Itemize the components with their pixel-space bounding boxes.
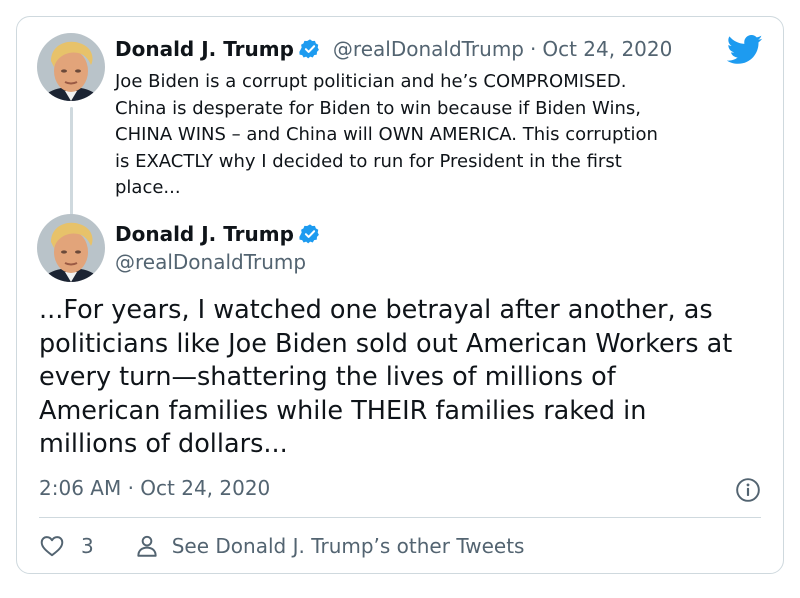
see-other-tweets-link[interactable]: See Donald J. Trump’s other Tweets <box>134 533 525 559</box>
text-line: politicians like Joe Biden sold out Amer… <box>39 328 733 359</box>
tweet-card: Donald J. Trump @realDonaldTrump · Oct 2… <box>16 16 784 574</box>
tweet-date[interactable]: Oct 24, 2020 <box>542 37 672 61</box>
text-line: millions of dollars... <box>39 429 288 459</box>
person-icon <box>137 535 157 557</box>
text-line: ...For years, I watched one betrayal aft… <box>39 295 713 325</box>
handle[interactable]: @realDonaldTrump <box>333 37 524 61</box>
avatar[interactable] <box>37 33 105 101</box>
tweet-actions: 3 See Donald J. Trump’s other Tweets <box>39 533 524 559</box>
quoted-tweet-header: Donald J. Trump @realDonaldTrump · Oct 2… <box>115 37 672 61</box>
main-tweet-handle-row: @realDonaldTrump <box>115 250 306 274</box>
text-line: American families while THEIR families r… <box>39 395 647 426</box>
verified-badge-icon <box>299 39 319 59</box>
main-tweet-text: ...For years, I watched one betrayal aft… <box>39 294 769 462</box>
quoted-tweet-text: Joe Biden is a corrupt politician and he… <box>115 69 735 202</box>
text-line: CHINA WINS – and China will OWN AMERICA.… <box>115 124 658 145</box>
avatar-image <box>37 214 105 282</box>
avatar[interactable] <box>37 214 105 282</box>
handle[interactable]: @realDonaldTrump <box>115 250 306 274</box>
see-other-tweets-label: See Donald J. Trump’s other Tweets <box>171 534 525 558</box>
thread-connector-line <box>70 107 73 219</box>
text-line: every turn—shattering the lives of milli… <box>39 362 616 392</box>
heart-icon[interactable] <box>39 533 65 559</box>
main-tweet-author: Donald J. Trump <box>115 222 321 246</box>
display-name[interactable]: Donald J. Trump <box>115 222 294 246</box>
twitter-bird-icon[interactable] <box>727 35 763 65</box>
tweet-timestamp[interactable]: 2:06 AM · Oct 24, 2020 <box>39 476 270 500</box>
divider <box>39 517 761 518</box>
verified-badge-icon <box>299 224 319 244</box>
separator: · <box>530 37 537 61</box>
like-count[interactable]: 3 <box>81 534 94 558</box>
info-icon[interactable] <box>735 477 761 503</box>
display-name[interactable]: Donald J. Trump <box>115 37 294 61</box>
avatar-image <box>37 33 105 101</box>
text-line: China is desperate for Biden to win beca… <box>115 97 641 119</box>
text-line: is EXACTLY why I decided to run for Pres… <box>115 150 622 172</box>
text-line: place... <box>115 177 181 198</box>
text-line: Joe Biden is a corrupt politician and he… <box>115 71 627 92</box>
